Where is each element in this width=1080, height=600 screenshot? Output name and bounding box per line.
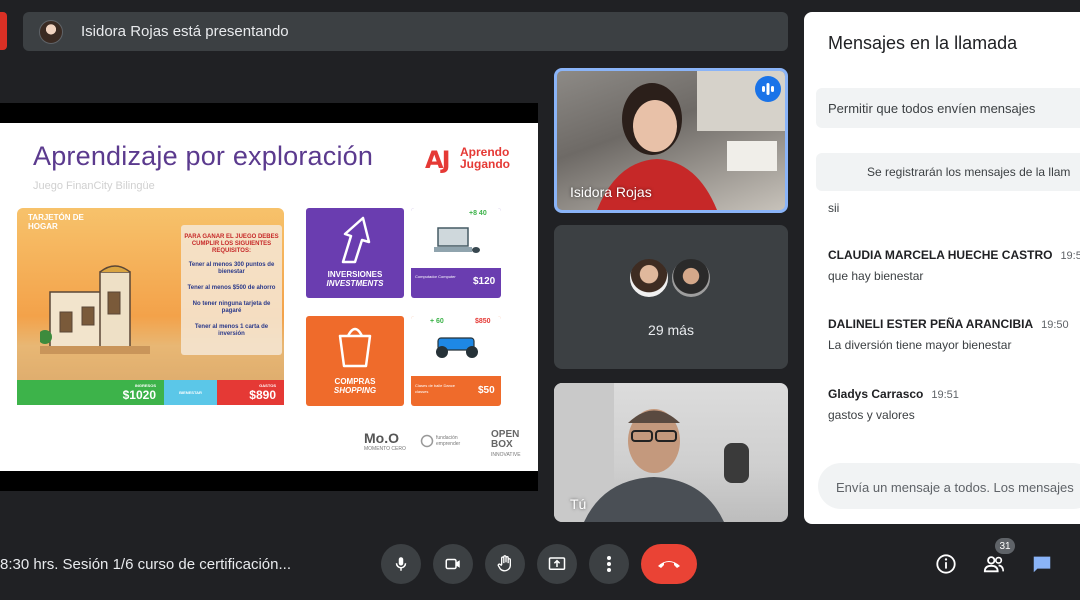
participant-avatar [670,257,712,299]
expenses-value: $890 [249,388,276,402]
computer-name: Computador Computer [415,274,456,279]
dance-price: $50 [478,385,495,396]
aprendo-jugando-wordmark: Aprendo Jugando [460,145,510,171]
home-card-label: TARJETÓN DE HOGAR [28,213,84,231]
present-screen-icon [548,557,566,570]
dance-badge-red: $850 [475,318,491,325]
computer-icon [434,227,480,253]
fundacion-emprender-logo: fundación emprender [420,434,476,448]
end-call-button[interactable] [641,544,697,584]
momento-cero-logo: Mo.O MOMENTO CERO [364,430,406,452]
participant-avatar [628,257,670,299]
allow-messages-label: Permitir que todos envíen mensajes [828,101,1036,116]
mic-icon [395,557,407,571]
more-participants-count: 29 más [648,322,694,338]
meeting-details-button[interactable] [934,552,958,576]
info-icon [936,554,956,574]
meeting-title[interactable]: 8:30 hrs. Sesión 1/6 curso de certificac… [0,556,291,573]
chat-recording-note-text: Se registrarán los mensajes de la llam [867,165,1071,179]
self-name: Tú [570,496,587,512]
dance-badge-green: + 60 [430,318,444,325]
raise-hand-button[interactable] [485,544,525,584]
camera-icon [445,558,460,570]
chat-message: DALINELI ESTER PEÑA ARANCIBIA 19:50 La di… [828,317,1069,352]
people-icon [983,556,1004,573]
chat-title: Mensajes en la llamada [828,33,1018,53]
openbox-logo: OPEN BOX INNOVATIVE [491,429,521,459]
computer-price: $120 [473,276,496,287]
raise-hand-icon [497,555,511,572]
self-video-tile[interactable] [554,383,788,522]
presenting-text: Isidora Rojas está presentando [81,23,289,40]
more-vert-icon [607,556,611,572]
chat-message: Gladys Carrasco 19:51 gastos y valores [828,387,959,422]
participants-count-badge: 31 [995,538,1015,554]
end-call-icon [658,561,680,568]
chat-message-input[interactable] [834,463,1080,511]
toy-car-icon [436,337,478,358]
chat-icon [1033,556,1051,573]
arrow-up-icon [341,216,371,264]
shopping-title: COMPRAS SHOPPING [333,377,377,395]
slide-subtitle: Juego FinanCity Bilingüe [33,180,155,192]
rules-list: PARA GANAR EL JUEGO DEBES CUMPLIR LOS SI… [184,234,279,337]
aprendo-jugando-logo: AJ [425,146,450,174]
income-value: $1020 [122,388,156,402]
present-screen-button[interactable] [537,544,577,584]
slide-title: Aprendizaje por exploración [33,141,374,171]
camera-button[interactable] [433,544,473,584]
computer-badge: +8 40 [469,210,487,217]
chat-button[interactable] [1030,552,1054,576]
chat-input-container [818,463,1080,511]
home-stats-bar: INGRESOS $1020 BIENESTAR GASTOS $890 [17,380,284,405]
speaking-indicator-icon [755,76,781,102]
house-illustration [40,265,150,354]
investments-title: INVERSIONES INVESTMENTS [326,270,384,288]
presenter-name: Isidora Rojas [570,184,652,200]
dance-name: Clases de baile Dance classes [415,383,456,394]
microphone-button[interactable] [381,544,421,584]
more-participants-tile[interactable] [554,225,788,369]
chat-message: CLAUDIA MARCELA HUECHE CASTRO 19:5 que ha… [828,248,1080,283]
presenter-avatar [39,19,63,44]
presenting-banner[interactable]: Isidora Rojas está presentando [23,12,788,51]
participants-button[interactable] [982,552,1006,576]
presenting-indicator [0,12,7,50]
more-options-button[interactable] [589,544,629,584]
shopping-bag-icon [338,327,372,368]
chat-message-text: sii [828,201,840,215]
